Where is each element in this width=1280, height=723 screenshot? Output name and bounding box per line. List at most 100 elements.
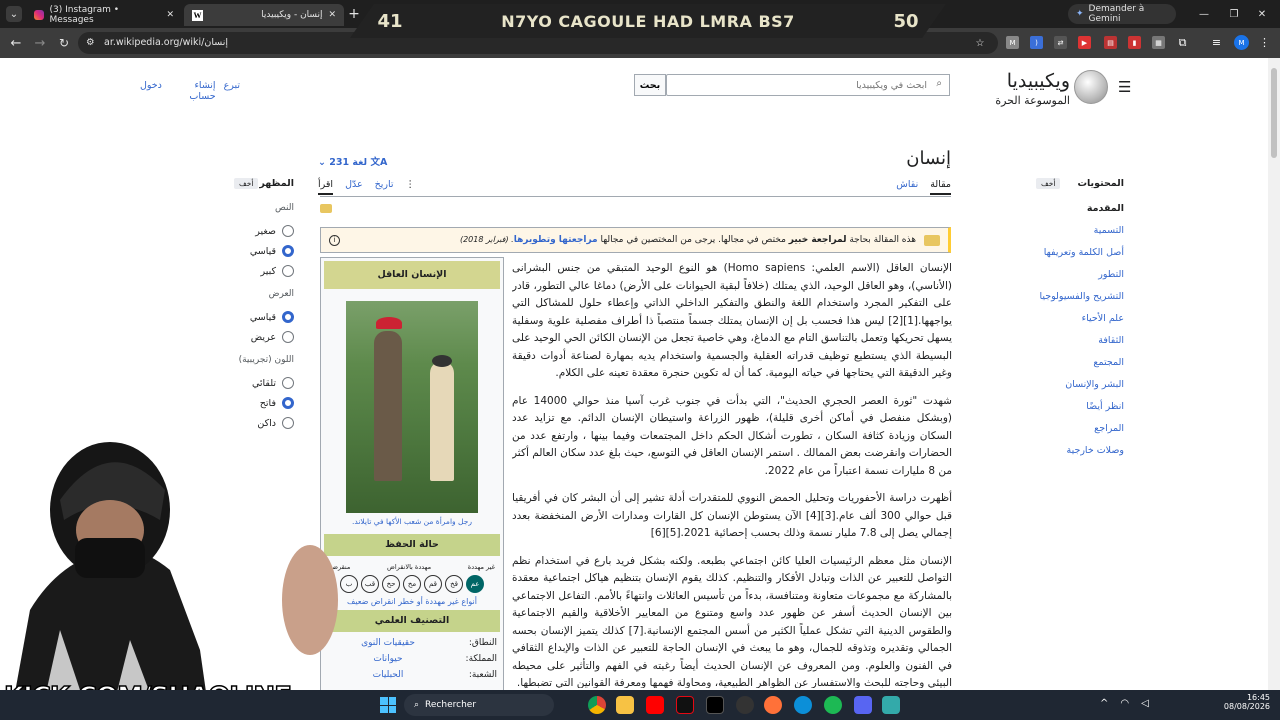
notice-link[interactable]: مراجعتها وتطويرها bbox=[514, 235, 598, 245]
discord-icon[interactable] bbox=[854, 696, 872, 714]
new-tab-icon[interactable]: + bbox=[346, 6, 362, 22]
radio-button[interactable] bbox=[282, 331, 294, 343]
logo-title: ويكيبيديا bbox=[1006, 70, 1070, 92]
paragraph: الإنسان العاقل (الاسم العلمي: Homo sapie… bbox=[512, 262, 952, 379]
chrome-icon[interactable] bbox=[588, 696, 606, 714]
extension-icon[interactable]: ▶ bbox=[1078, 36, 1091, 49]
toc-item[interactable]: التسمية bbox=[1036, 225, 1124, 236]
clock[interactable]: 16:45 08/08/2026 bbox=[1222, 693, 1270, 711]
extension-icon[interactable]: ) bbox=[1030, 36, 1043, 49]
toc-item[interactable]: المقدمة bbox=[1036, 203, 1124, 214]
chevron-up-icon[interactable]: ^ bbox=[1100, 698, 1108, 709]
more-actions-icon[interactable]: ⋮ bbox=[406, 179, 416, 195]
netflix-icon[interactable] bbox=[676, 696, 694, 714]
toc-item[interactable]: وصلات خارجية bbox=[1036, 445, 1124, 456]
status-link[interactable]: أنواع غير مهددة أو خطر انقراض ضعيف bbox=[321, 597, 503, 606]
toc-item[interactable]: انظر أيضًا bbox=[1036, 401, 1124, 412]
donate-link[interactable]: تبرع bbox=[224, 80, 240, 102]
bookmark-star-icon[interactable]: ☆ bbox=[972, 35, 988, 51]
extension-icon[interactable]: ▤ bbox=[1104, 36, 1117, 49]
infobox-image[interactable] bbox=[346, 301, 478, 513]
radio-button[interactable] bbox=[282, 245, 294, 257]
radio-small[interactable]: صغير bbox=[234, 225, 294, 237]
taskbar-search[interactable]: ⌕ Rechercher bbox=[404, 694, 554, 716]
create-account-link[interactable]: إنشاء حساب bbox=[170, 80, 215, 102]
toc-item[interactable]: التطور bbox=[1036, 269, 1124, 280]
language-button[interactable]: ⌄ 231 لغة 文A bbox=[318, 154, 387, 168]
radio-standard[interactable]: قياسي bbox=[234, 245, 294, 257]
close-icon[interactable]: ✕ bbox=[328, 10, 336, 20]
windows-start-icon[interactable] bbox=[380, 697, 396, 713]
extension-icon[interactable]: M bbox=[1006, 36, 1019, 49]
profile-avatar[interactable]: M bbox=[1234, 35, 1249, 50]
minimize-icon[interactable]: — bbox=[1196, 6, 1212, 22]
reading-list-icon[interactable]: ≡ bbox=[1210, 36, 1223, 49]
radio-button[interactable] bbox=[282, 225, 294, 237]
search-input[interactable] bbox=[666, 74, 950, 96]
tab-wikipedia[interactable]: W إنسان - ويكيبيديا ✕ bbox=[184, 4, 344, 26]
close-icon[interactable]: ✕ bbox=[166, 10, 174, 20]
taxonomy-value[interactable]: حيوانات bbox=[327, 654, 449, 664]
gemini-button[interactable]: ✦ Demander à Gemini bbox=[1068, 4, 1176, 24]
firefox-icon[interactable] bbox=[764, 696, 782, 714]
reload-icon[interactable]: ↻ bbox=[56, 35, 72, 51]
tab-edit[interactable]: عدّل bbox=[345, 179, 363, 195]
app-icon[interactable] bbox=[882, 696, 900, 714]
tab-read[interactable]: اقرأ bbox=[318, 179, 334, 195]
toc-item[interactable]: المراجع bbox=[1036, 423, 1124, 434]
radio-button[interactable] bbox=[282, 377, 294, 389]
toc-item[interactable]: أصل الكلمة وتعريفها bbox=[1036, 247, 1124, 258]
radio-button[interactable] bbox=[282, 311, 294, 323]
site-info-icon[interactable]: ⚙ bbox=[86, 32, 95, 54]
tab-search-icon[interactable]: ⌄ bbox=[6, 6, 22, 22]
taxonomy-value[interactable]: حقيقيات النوى bbox=[327, 638, 449, 648]
radio-width-wide[interactable]: عريض bbox=[234, 331, 294, 343]
tab-article[interactable]: مقالة bbox=[930, 179, 951, 195]
hamburger-menu-icon[interactable]: ☰ bbox=[1118, 78, 1131, 96]
overlay-title: N7YO CAGOULE HAD LMRA BS7 bbox=[501, 11, 795, 31]
search-form: بحث ⌕ bbox=[634, 74, 950, 96]
toc-item[interactable]: البشر والإنسان bbox=[1036, 379, 1124, 390]
toc-item[interactable]: الثقافة bbox=[1036, 335, 1124, 346]
extensions-puzzle-icon[interactable]: ⧉ bbox=[1176, 36, 1189, 49]
volume-icon[interactable]: ◁ bbox=[1141, 698, 1149, 709]
toc-hide-button[interactable]: أخف bbox=[1036, 178, 1061, 189]
forward-icon[interactable]: → bbox=[32, 35, 48, 51]
radio-color-auto[interactable]: تلقائي bbox=[234, 377, 294, 389]
search-button[interactable]: بحث bbox=[634, 74, 666, 96]
radio-button[interactable] bbox=[282, 397, 294, 409]
menu-icon[interactable]: ⋮ bbox=[1258, 36, 1271, 49]
radio-color-light[interactable]: فاتح bbox=[234, 397, 294, 409]
edge-icon[interactable] bbox=[794, 696, 812, 714]
wifi-icon[interactable]: ◠ bbox=[1120, 698, 1129, 709]
info-icon[interactable]: i bbox=[329, 234, 340, 246]
extension-icon[interactable]: ⇄ bbox=[1054, 36, 1067, 49]
scrollbar-thumb[interactable] bbox=[1271, 68, 1277, 158]
close-window-icon[interactable]: ✕ bbox=[1254, 6, 1270, 22]
extension-icon[interactable]: ▮ bbox=[1128, 36, 1141, 49]
capcut-icon[interactable] bbox=[706, 696, 724, 714]
tab-instagram[interactable]: (3) Instagram • Messages ✕ bbox=[26, 4, 182, 26]
toc-item[interactable]: علم الأحياء bbox=[1036, 313, 1124, 324]
tab-history[interactable]: تاريخ bbox=[375, 179, 394, 195]
restore-icon[interactable]: ❐ bbox=[1226, 6, 1242, 22]
app-icon[interactable] bbox=[736, 696, 754, 714]
tab-talk[interactable]: نقاش bbox=[896, 179, 918, 195]
radio-width-standard[interactable]: قياسي bbox=[234, 311, 294, 323]
radio-button[interactable] bbox=[282, 265, 294, 277]
search-icon: ⌕ bbox=[414, 700, 420, 710]
extension-icon[interactable]: ▦ bbox=[1152, 36, 1165, 49]
taxonomy-value[interactable]: الحبليات bbox=[327, 670, 449, 680]
back-icon[interactable]: ← bbox=[8, 35, 24, 51]
wikipedia-logo[interactable]: ويكيبيديا الموسوعة الحرة bbox=[990, 68, 1108, 112]
spotify-icon[interactable] bbox=[824, 696, 842, 714]
toc-item[interactable]: التشريح والفسيولوجيا bbox=[1036, 291, 1124, 302]
appearance-hide-button[interactable]: أخف bbox=[234, 178, 259, 189]
login-link[interactable]: دخول bbox=[140, 80, 162, 102]
youtube-icon[interactable] bbox=[646, 696, 664, 714]
globe-icon bbox=[1074, 70, 1108, 104]
toc-item[interactable]: المجتمع bbox=[1036, 357, 1124, 368]
page-scrollbar[interactable] bbox=[1268, 58, 1280, 690]
radio-large[interactable]: كبير bbox=[234, 265, 294, 277]
folder-icon[interactable] bbox=[616, 696, 634, 714]
